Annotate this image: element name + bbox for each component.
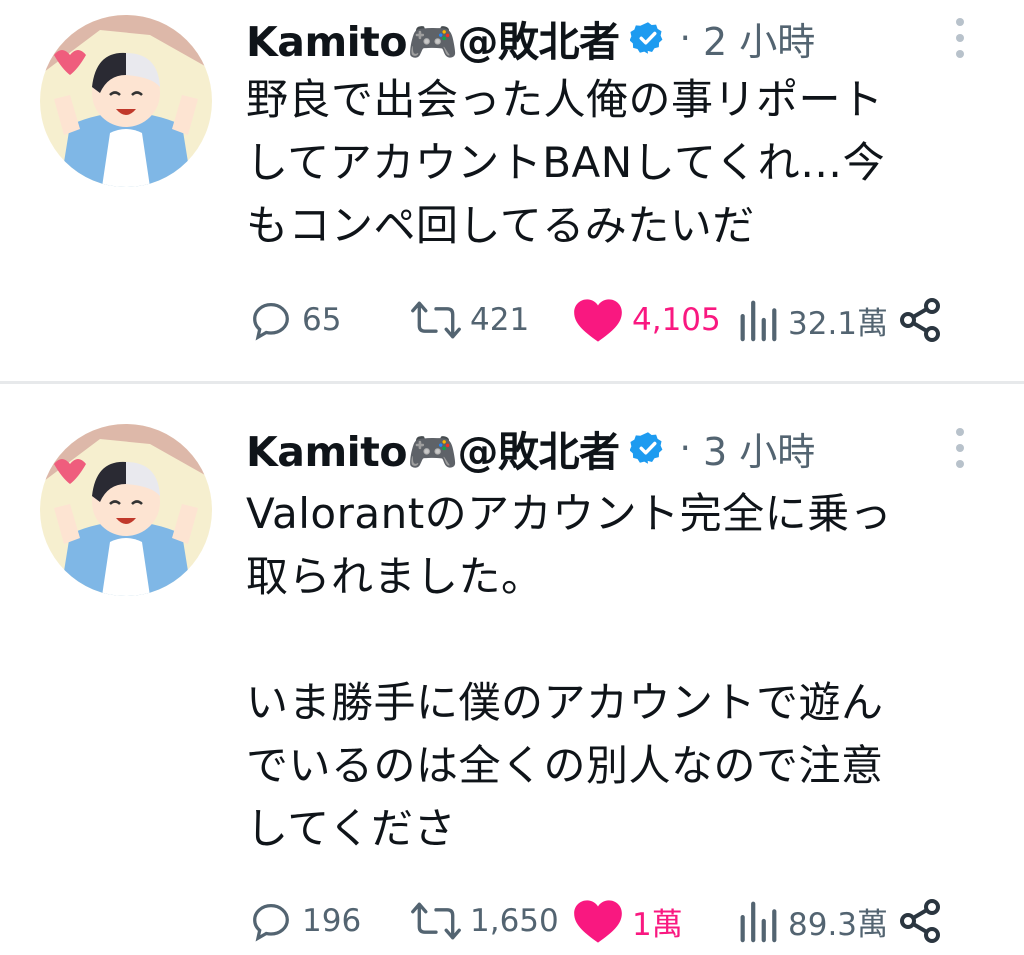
avatar[interactable]	[40, 15, 212, 187]
like-button[interactable]: 4,105	[572, 290, 721, 350]
reply-count: 196	[302, 903, 362, 939]
tweet-text: Valorantのアカウント完全に乗っ 取られました。 いま勝手に僕のアカウント…	[246, 489, 893, 853]
reply-icon	[248, 297, 294, 343]
retweet-count: 421	[470, 302, 530, 338]
avatar[interactable]	[40, 424, 212, 596]
tweet[interactable]: Kamito🎮@敗北者 · 3 小時 Valorantのアカウント完全に乗っ 取…	[0, 384, 1024, 955]
like-icon	[572, 296, 624, 344]
views-icon	[736, 297, 780, 343]
retweet-count: 1,650	[470, 903, 559, 939]
views-icon	[736, 898, 780, 944]
verified-badge-icon	[629, 430, 666, 466]
like-count: 4,105	[632, 302, 721, 338]
timestamp[interactable]: 2 小時	[703, 11, 815, 66]
action-bar: 65 421 4,105 32.1萬	[0, 290, 1024, 350]
like-button[interactable]: 1萬	[572, 891, 683, 951]
verified-badge-icon	[629, 20, 666, 56]
retweet-icon	[410, 898, 462, 944]
tweet-text: 野良で出会った人俺の事リポート してアカウントBANしてくれ…今 もコンペ回して…	[246, 75, 886, 250]
views-count: 32.1萬	[788, 305, 889, 342]
reply-icon	[248, 898, 294, 944]
like-count: 1萬	[632, 906, 683, 943]
reply-button[interactable]: 196	[248, 891, 361, 951]
tweet-header: Kamito🎮@敗北者 · 3 小時	[246, 418, 815, 478]
share-icon	[896, 897, 944, 945]
retweet-button[interactable]: 1,650	[410, 891, 559, 951]
timestamp[interactable]: 3 小時	[703, 421, 815, 476]
retweet-button[interactable]: 421	[410, 290, 529, 350]
retweet-icon	[410, 297, 462, 343]
share-icon	[896, 296, 944, 344]
reply-button[interactable]: 65	[248, 290, 341, 350]
tweet[interactable]: Kamito🎮@敗北者 · 2 小時 野良で出会った人俺の事リポート してアカウ…	[0, 0, 1024, 382]
share-button[interactable]	[896, 290, 944, 350]
reply-count: 65	[302, 302, 342, 338]
more-icon[interactable]	[945, 8, 975, 68]
views-button[interactable]: 89.3萬	[736, 891, 888, 951]
more-icon[interactable]	[945, 418, 975, 478]
time-separator: ·	[679, 17, 691, 59]
like-icon	[572, 897, 624, 945]
action-bar: 196 1,650 1萬 89.3萬	[0, 891, 1024, 951]
tweet-header: Kamito🎮@敗北者 · 2 小時	[246, 8, 815, 68]
display-name[interactable]: Kamito🎮@敗北者	[246, 418, 620, 478]
display-name[interactable]: Kamito🎮@敗北者	[246, 8, 620, 68]
views-button[interactable]: 32.1萬	[736, 290, 888, 350]
share-button[interactable]	[896, 891, 944, 951]
views-count: 89.3萬	[788, 906, 889, 943]
time-separator: ·	[679, 427, 691, 469]
